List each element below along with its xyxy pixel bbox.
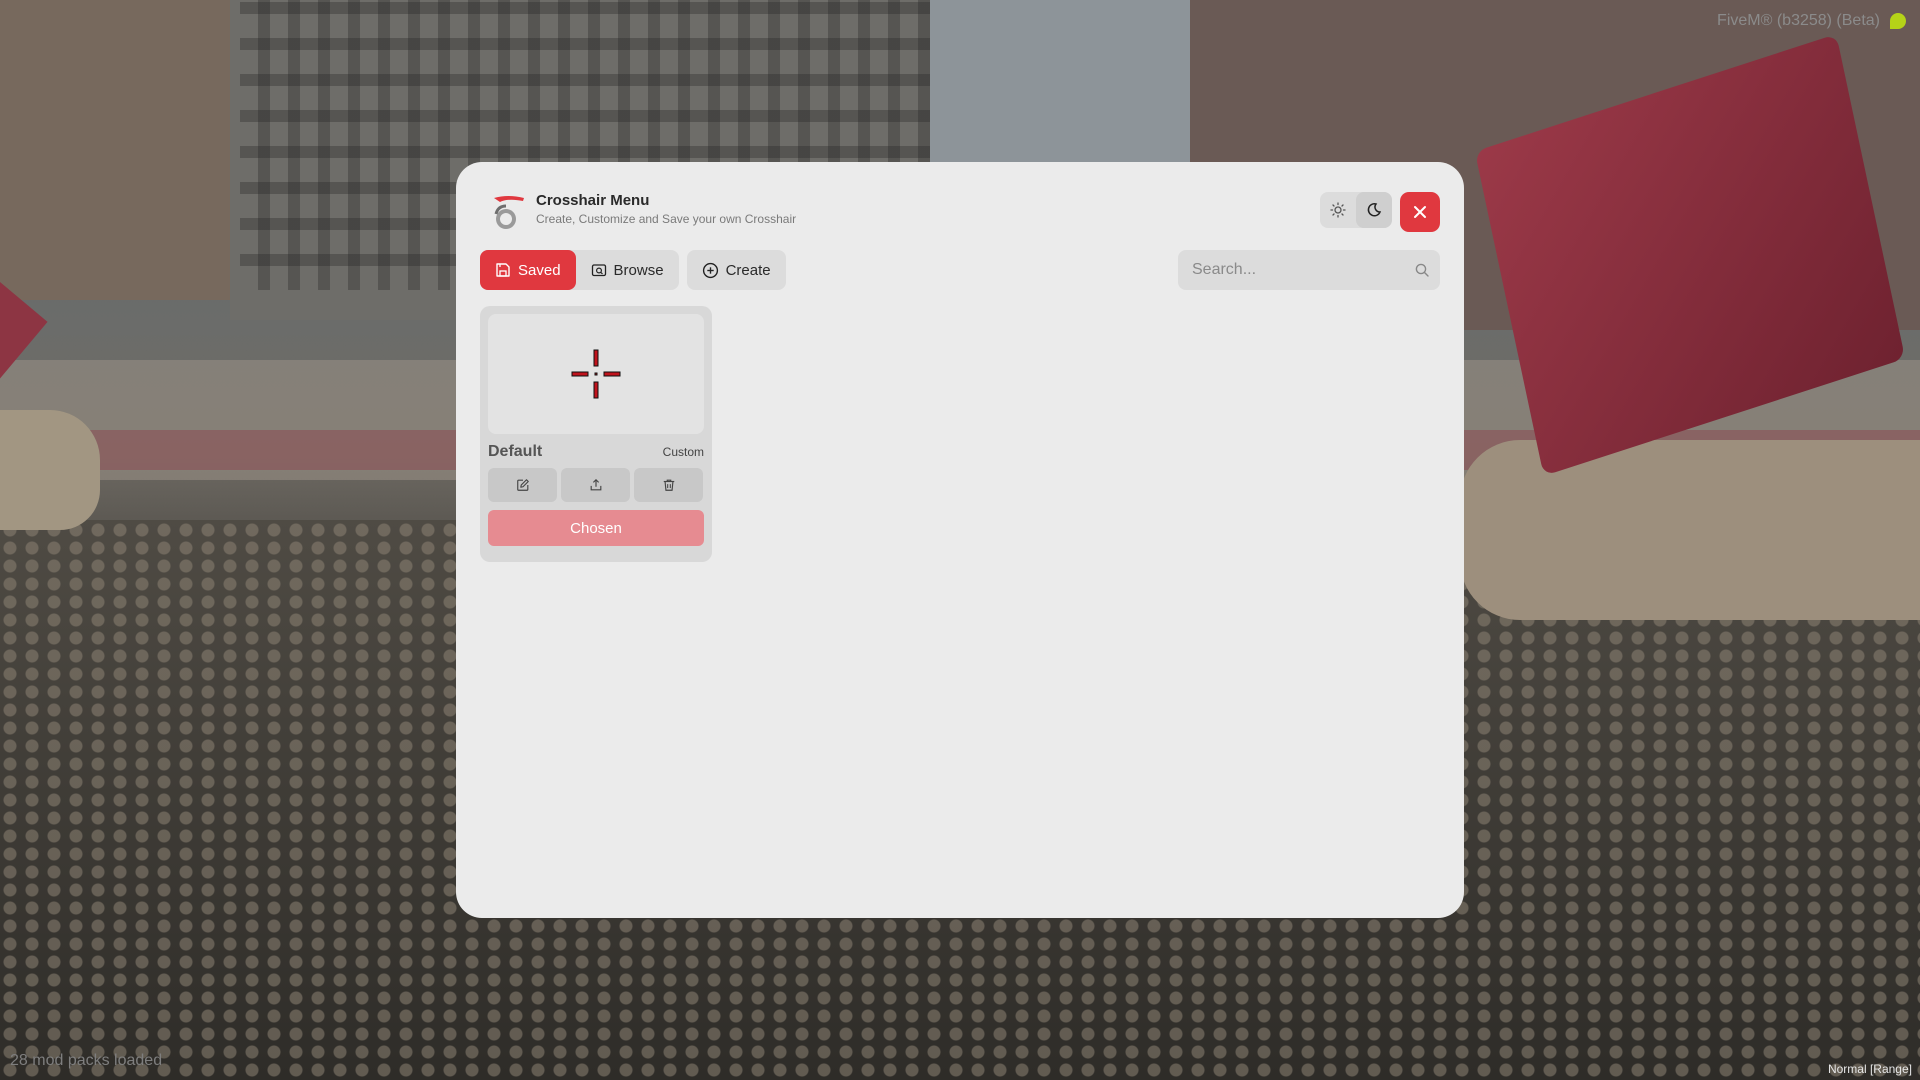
crosshair-name: Default [488, 443, 543, 460]
tab-create-label: Create [725, 261, 771, 279]
share-button[interactable] [561, 468, 630, 502]
bg-planter [1460, 440, 1920, 620]
bg-building [0, 0, 230, 300]
edit-button[interactable] [488, 468, 557, 502]
app-logo-icon [494, 196, 524, 229]
crosshair-card: Default Custom Chosen [480, 306, 712, 562]
crosshair-menu-modal: Crosshair Menu Create, Customize and Sav… [456, 162, 1464, 918]
page-subtitle: Create, Customize and Save your own Cros… [536, 212, 797, 226]
plus-circle-icon [702, 262, 718, 278]
crosshair-card-header: Default Custom [488, 442, 704, 462]
sun-icon [1330, 202, 1346, 218]
search-icon[interactable] [1414, 262, 1430, 278]
bg-sky [930, 0, 1190, 165]
tab-group: Saved Browse [480, 250, 679, 290]
close-icon [1414, 206, 1426, 218]
crosshair-type-badge: Custom [662, 445, 704, 459]
mods-loaded-label: 28 mod packs loaded [10, 1052, 163, 1069]
browse-icon [591, 264, 606, 277]
fivem-logo-icon [1890, 13, 1906, 29]
tab-saved-label: Saved [518, 261, 561, 279]
close-button[interactable] [1400, 192, 1440, 232]
share-icon [590, 478, 601, 491]
tab-saved[interactable]: Saved [480, 250, 576, 290]
bg-planter [0, 410, 100, 530]
tab-browse[interactable]: Browse [576, 250, 679, 290]
page-title: Crosshair Menu [536, 192, 650, 209]
tab-bar: Saved Browse Create [480, 250, 786, 290]
save-icon [496, 263, 510, 277]
dark-theme-button[interactable] [1356, 192, 1392, 228]
crosshair-preview [488, 314, 704, 434]
search-box [1178, 250, 1440, 290]
light-theme-button[interactable] [1320, 192, 1356, 228]
moon-icon [1367, 203, 1382, 217]
crosshair-actions [488, 468, 704, 502]
trash-icon [663, 479, 674, 491]
chosen-button[interactable]: Chosen [488, 510, 704, 546]
theme-toggle [1320, 192, 1392, 228]
search-input[interactable] [1190, 260, 1414, 280]
client-version-label: FiveM® (b3258) (Beta) [1717, 12, 1880, 29]
tab-create[interactable]: Create [686, 250, 786, 290]
crosshair-icon [571, 349, 621, 399]
delete-button[interactable] [634, 468, 703, 502]
tab-browse-label: Browse [613, 261, 664, 279]
mode-label: Normal [Range] [1827, 1062, 1912, 1076]
edit-icon [516, 479, 529, 491]
